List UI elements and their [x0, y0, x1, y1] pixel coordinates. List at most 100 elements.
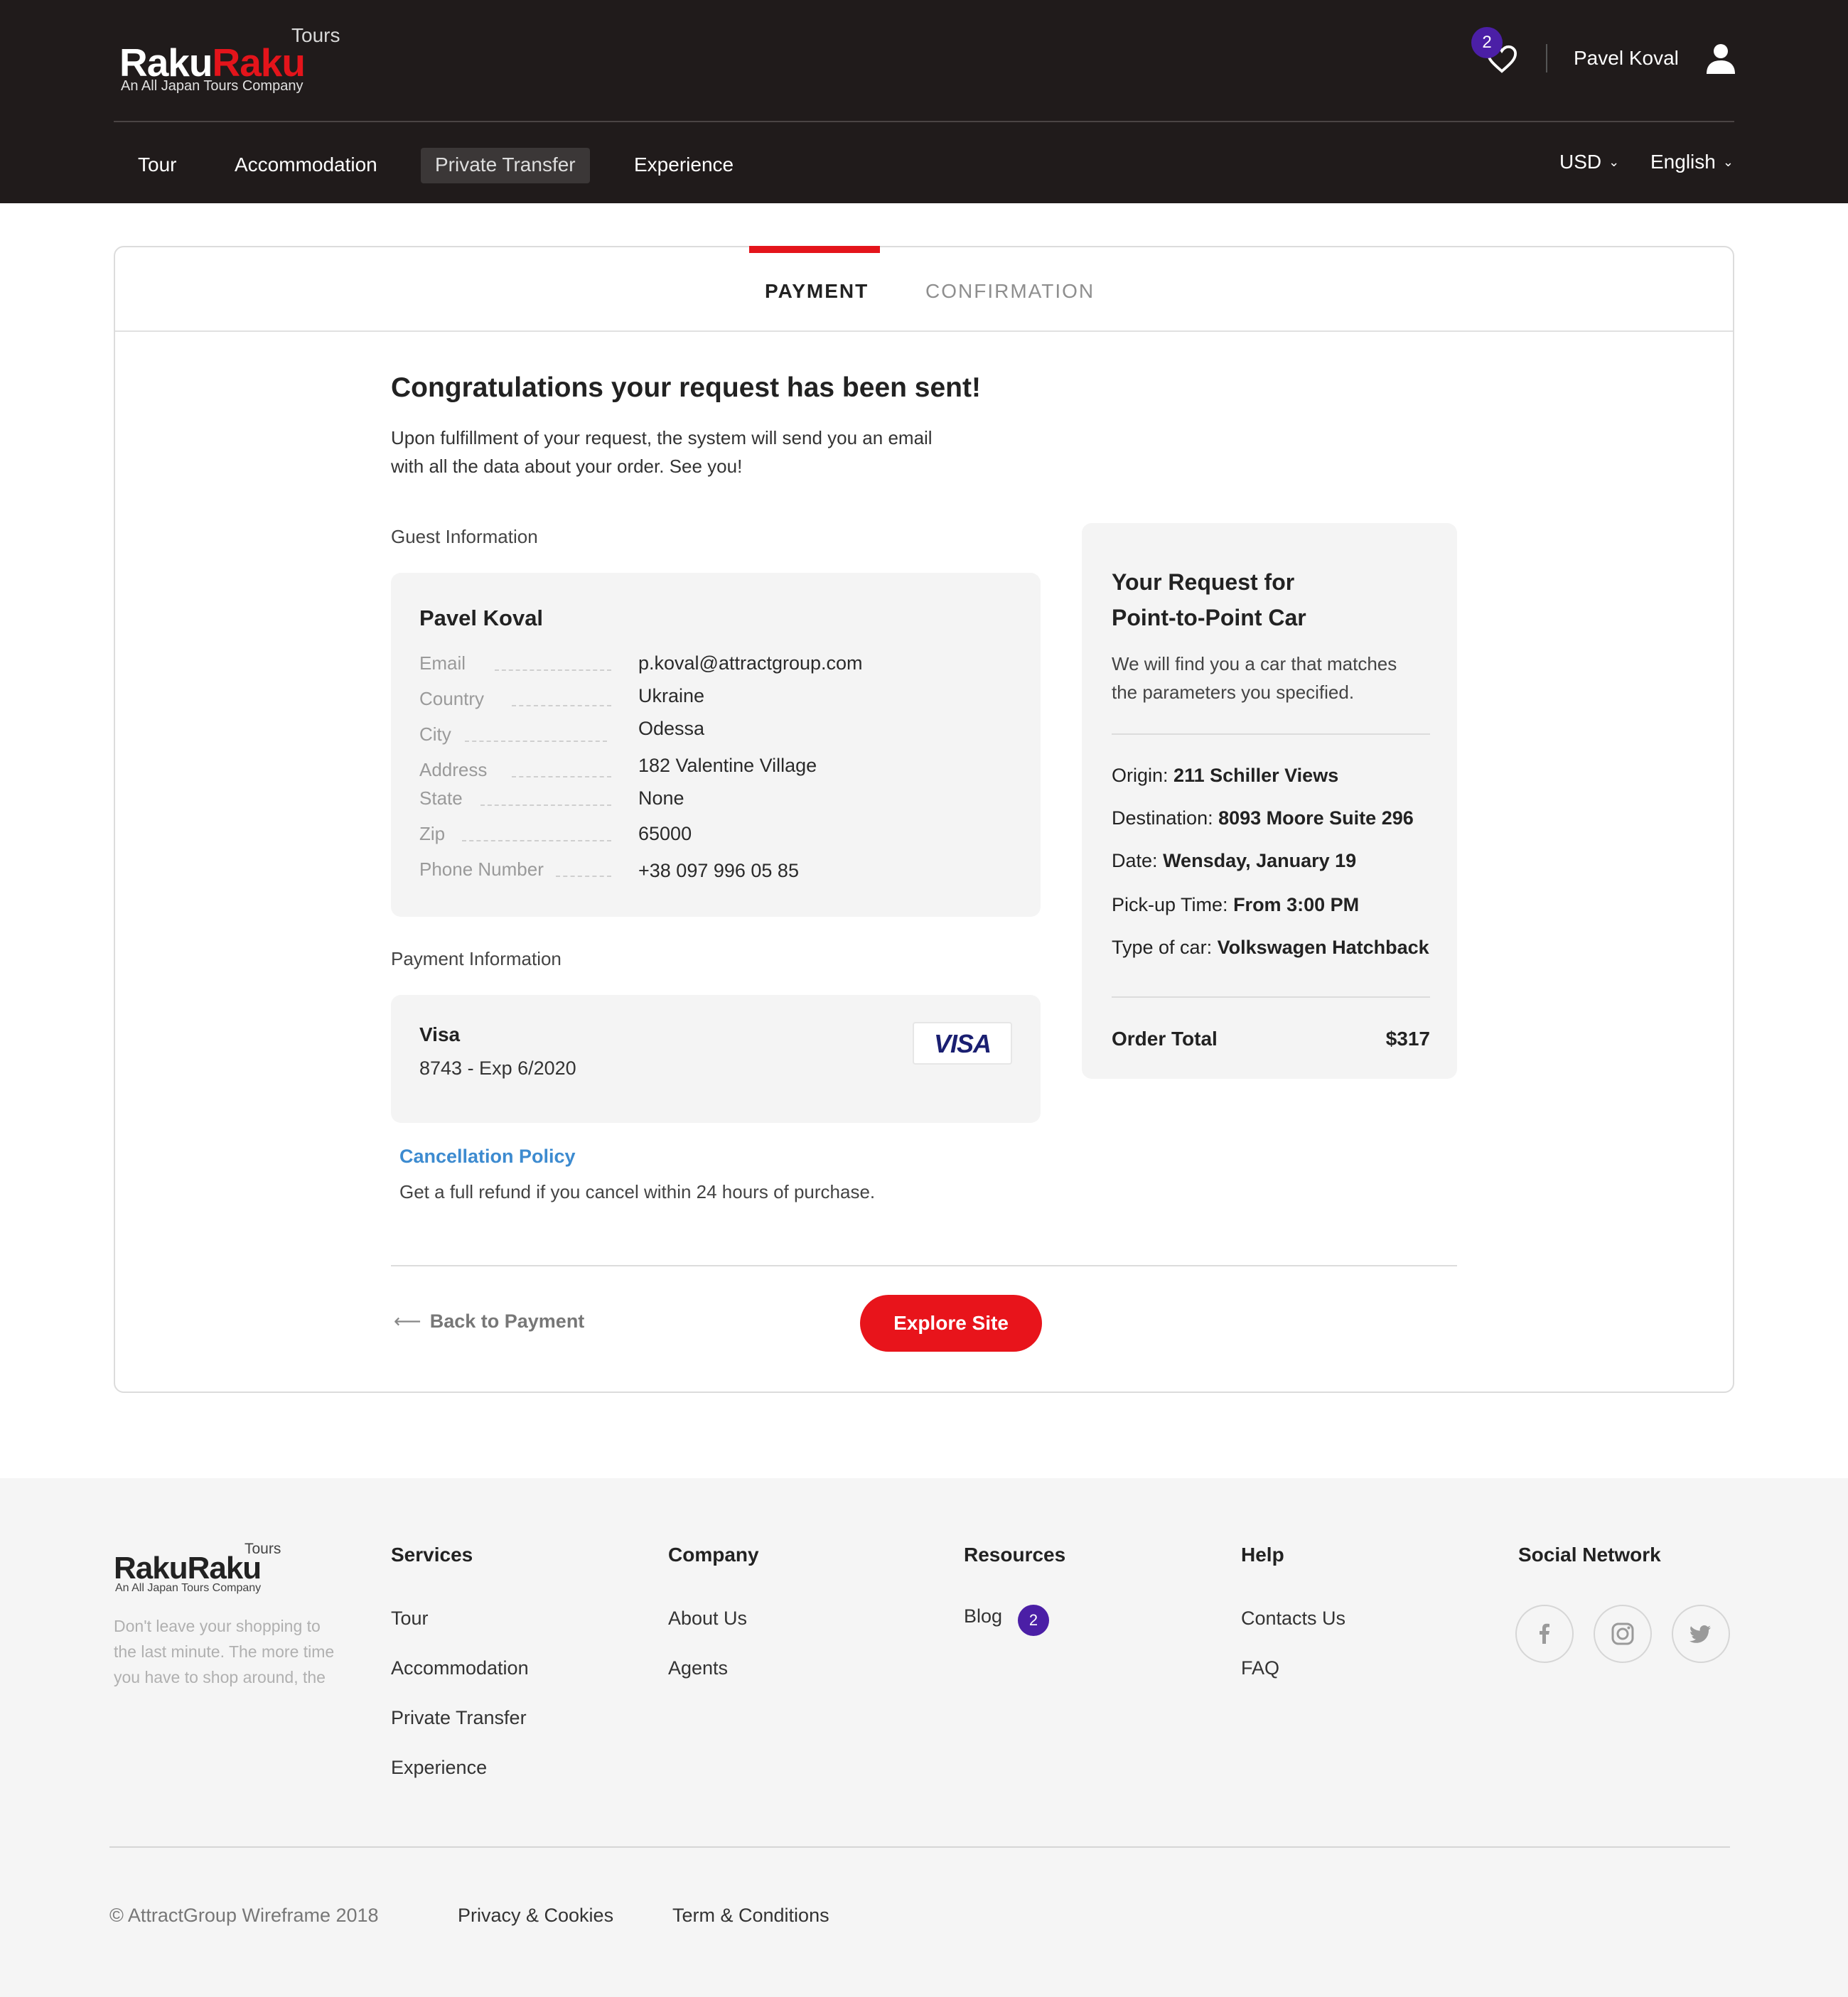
footer-blurb-line: the last minute. The more time — [114, 1642, 335, 1661]
nav-private-transfer[interactable]: Private Transfer — [421, 148, 590, 183]
request-row-value: 8093 Moore Suite 296 — [1218, 807, 1414, 829]
footer-blurb-line: you have to shop around, the — [114, 1668, 326, 1686]
footer-link-blog[interactable]: Blog 2 — [964, 1605, 1050, 1636]
back-to-payment-link[interactable]: ⟵ Back to Payment — [394, 1310, 584, 1333]
footer-link-blog-label: Blog — [964, 1605, 1003, 1627]
guest-field-label: Address — [419, 759, 488, 780]
user-name[interactable]: Pavel Koval — [1574, 47, 1679, 70]
guest-field-label: Country — [419, 688, 485, 709]
footer-logo[interactable]: Tours RakuRaku An All Japan Tours Compan… — [114, 1541, 299, 1598]
request-date-row: Date: Wensday, January 19 — [1112, 850, 1356, 872]
dotted-leader — [512, 705, 611, 706]
cancellation-policy-text: Get a full refund if you cancel within 2… — [399, 1181, 876, 1202]
privacy-cookies-link[interactable]: Privacy & Cookies — [458, 1905, 613, 1927]
chevron-down-icon: ⌄ — [1722, 155, 1734, 169]
guest-info-label: Guest Information — [391, 526, 538, 547]
guest-field-value: Ukraine — [638, 685, 705, 706]
request-row-value: Volkswagen Hatchback — [1217, 937, 1429, 958]
request-row-label: Date: — [1112, 850, 1158, 871]
request-divider — [1112, 733, 1430, 735]
card-details: 8743 - Exp 6/2020 — [419, 1057, 576, 1079]
footer-logo-tagline: An All Japan Tours Company — [115, 1582, 262, 1594]
footer-link-private-transfer[interactable]: Private Transfer — [391, 1707, 527, 1729]
guest-field-value: None — [638, 787, 684, 809]
guest-field-label: City — [419, 723, 451, 745]
facebook-button[interactable] — [1515, 1605, 1574, 1663]
nav-experience[interactable]: Experience — [620, 148, 748, 183]
request-title-line: Your Request for — [1112, 569, 1295, 595]
cancellation-policy-link[interactable]: Cancellation Policy — [399, 1146, 576, 1168]
chevron-down-icon: ⌄ — [1608, 155, 1620, 169]
request-row-label: Pick-up Time: — [1112, 894, 1228, 915]
footer-heading-services: Services — [391, 1544, 473, 1566]
instagram-button[interactable] — [1594, 1605, 1652, 1663]
footer-link-accommodation[interactable]: Accommodation — [391, 1657, 529, 1679]
favorites-count-badge: 2 — [1471, 27, 1503, 58]
request-row-label: Type of car: — [1112, 937, 1213, 958]
footer-heading-social: Social Network — [1518, 1544, 1661, 1566]
steps-divider — [115, 330, 1733, 332]
twitter-button[interactable] — [1672, 1605, 1730, 1663]
language-select[interactable]: English ⌄ — [1650, 151, 1734, 173]
currency-select[interactable]: USD ⌄ — [1559, 151, 1619, 173]
payment-info-panel: Visa 8743 - Exp 6/2020 VISA — [391, 995, 1041, 1123]
footer-link-faq[interactable]: FAQ — [1241, 1657, 1279, 1679]
footer-link-experience[interactable]: Experience — [391, 1757, 487, 1779]
request-origin-row: Origin: 211 Schiller Views — [1112, 765, 1338, 787]
footer-blurb: Don't leave your shopping to the last mi… — [114, 1613, 355, 1690]
footer-blurb-line: Don't leave your shopping to — [114, 1617, 321, 1635]
logo-tagline: An All Japan Tours Company — [121, 78, 303, 94]
visa-logo-icon: VISA — [913, 1022, 1012, 1065]
request-description-line: We will find you a car that matches — [1112, 653, 1397, 674]
guest-info-panel: Pavel Koval Email p.koval@attractgroup.c… — [391, 573, 1041, 917]
footer-copyright: © AttractGroup Wireframe 2018 — [109, 1905, 379, 1926]
header-rule — [114, 121, 1734, 122]
request-row-label: Destination: — [1112, 807, 1213, 829]
order-total-value: $317 — [1385, 1028, 1430, 1050]
dotted-leader — [480, 804, 611, 806]
request-title: Your Request for Point-to-Point Car — [1112, 564, 1439, 635]
page-title: Congratulations your request has been se… — [391, 372, 981, 403]
nav-accommodation[interactable]: Accommodation — [220, 148, 392, 183]
guest-field-label: Email — [419, 652, 466, 674]
terms-conditions-link[interactable]: Term & Conditions — [672, 1905, 829, 1927]
request-row-value: 211 Schiller Views — [1173, 765, 1339, 786]
guest-field-label: Zip — [419, 823, 446, 844]
footer-logo-brand: RakuRaku — [114, 1551, 262, 1586]
facebook-icon — [1540, 1623, 1549, 1644]
active-step-indicator — [749, 246, 880, 253]
footer-heading-help: Help — [1241, 1544, 1284, 1566]
actions-divider — [391, 1265, 1457, 1266]
guest-field-value: 65000 — [638, 823, 692, 844]
request-summary-panel: Your Request for Point-to-Point Car We w… — [1082, 523, 1457, 1079]
explore-site-button[interactable]: Explore Site — [860, 1295, 1042, 1352]
guest-field-value: Odessa — [638, 718, 705, 739]
confirmation-card: PAYMENT CONFIRMATION Congratulations you… — [114, 246, 1734, 1393]
nav-tour[interactable]: Tour — [124, 148, 190, 183]
footer-divider — [109, 1846, 1730, 1848]
twitter-icon — [1689, 1625, 1711, 1643]
confirmation-intro: Upon fulfillment of your request, the sy… — [391, 424, 1031, 480]
arrow-left-icon: ⟵ — [394, 1310, 421, 1332]
favorites-button[interactable]: 2 — [1471, 27, 1528, 78]
payment-info-label: Payment Information — [391, 948, 562, 969]
header-divider — [1546, 44, 1547, 72]
guest-field-value: p.koval@attractgroup.com — [638, 652, 863, 674]
site-footer: Tours RakuRaku An All Japan Tours Compan… — [0, 1478, 1848, 1997]
user-icon[interactable] — [1706, 43, 1736, 77]
step-payment[interactable]: PAYMENT — [765, 280, 869, 303]
footer-link-agents[interactable]: Agents — [668, 1657, 728, 1679]
footer-link-about-us[interactable]: About Us — [668, 1608, 747, 1630]
request-row-value: From 3:00 PM — [1233, 894, 1360, 915]
request-description: We will find you a car that matches the … — [1112, 650, 1439, 706]
footer-link-contacts[interactable]: Contacts Us — [1241, 1608, 1345, 1630]
dotted-leader — [556, 876, 611, 877]
footer-link-tour[interactable]: Tour — [391, 1608, 429, 1630]
step-confirmation[interactable]: CONFIRMATION — [925, 280, 1095, 303]
request-title-line: Point-to-Point Car — [1112, 605, 1306, 630]
request-row-value: Wensday, January 19 — [1163, 850, 1357, 871]
dotted-leader — [462, 840, 611, 841]
header-logo[interactable]: Tours RakuRaku An All Japan Tours Compan… — [119, 24, 347, 102]
guest-field-label: Phone Number — [419, 858, 544, 880]
blog-count-badge: 2 — [1018, 1605, 1050, 1636]
